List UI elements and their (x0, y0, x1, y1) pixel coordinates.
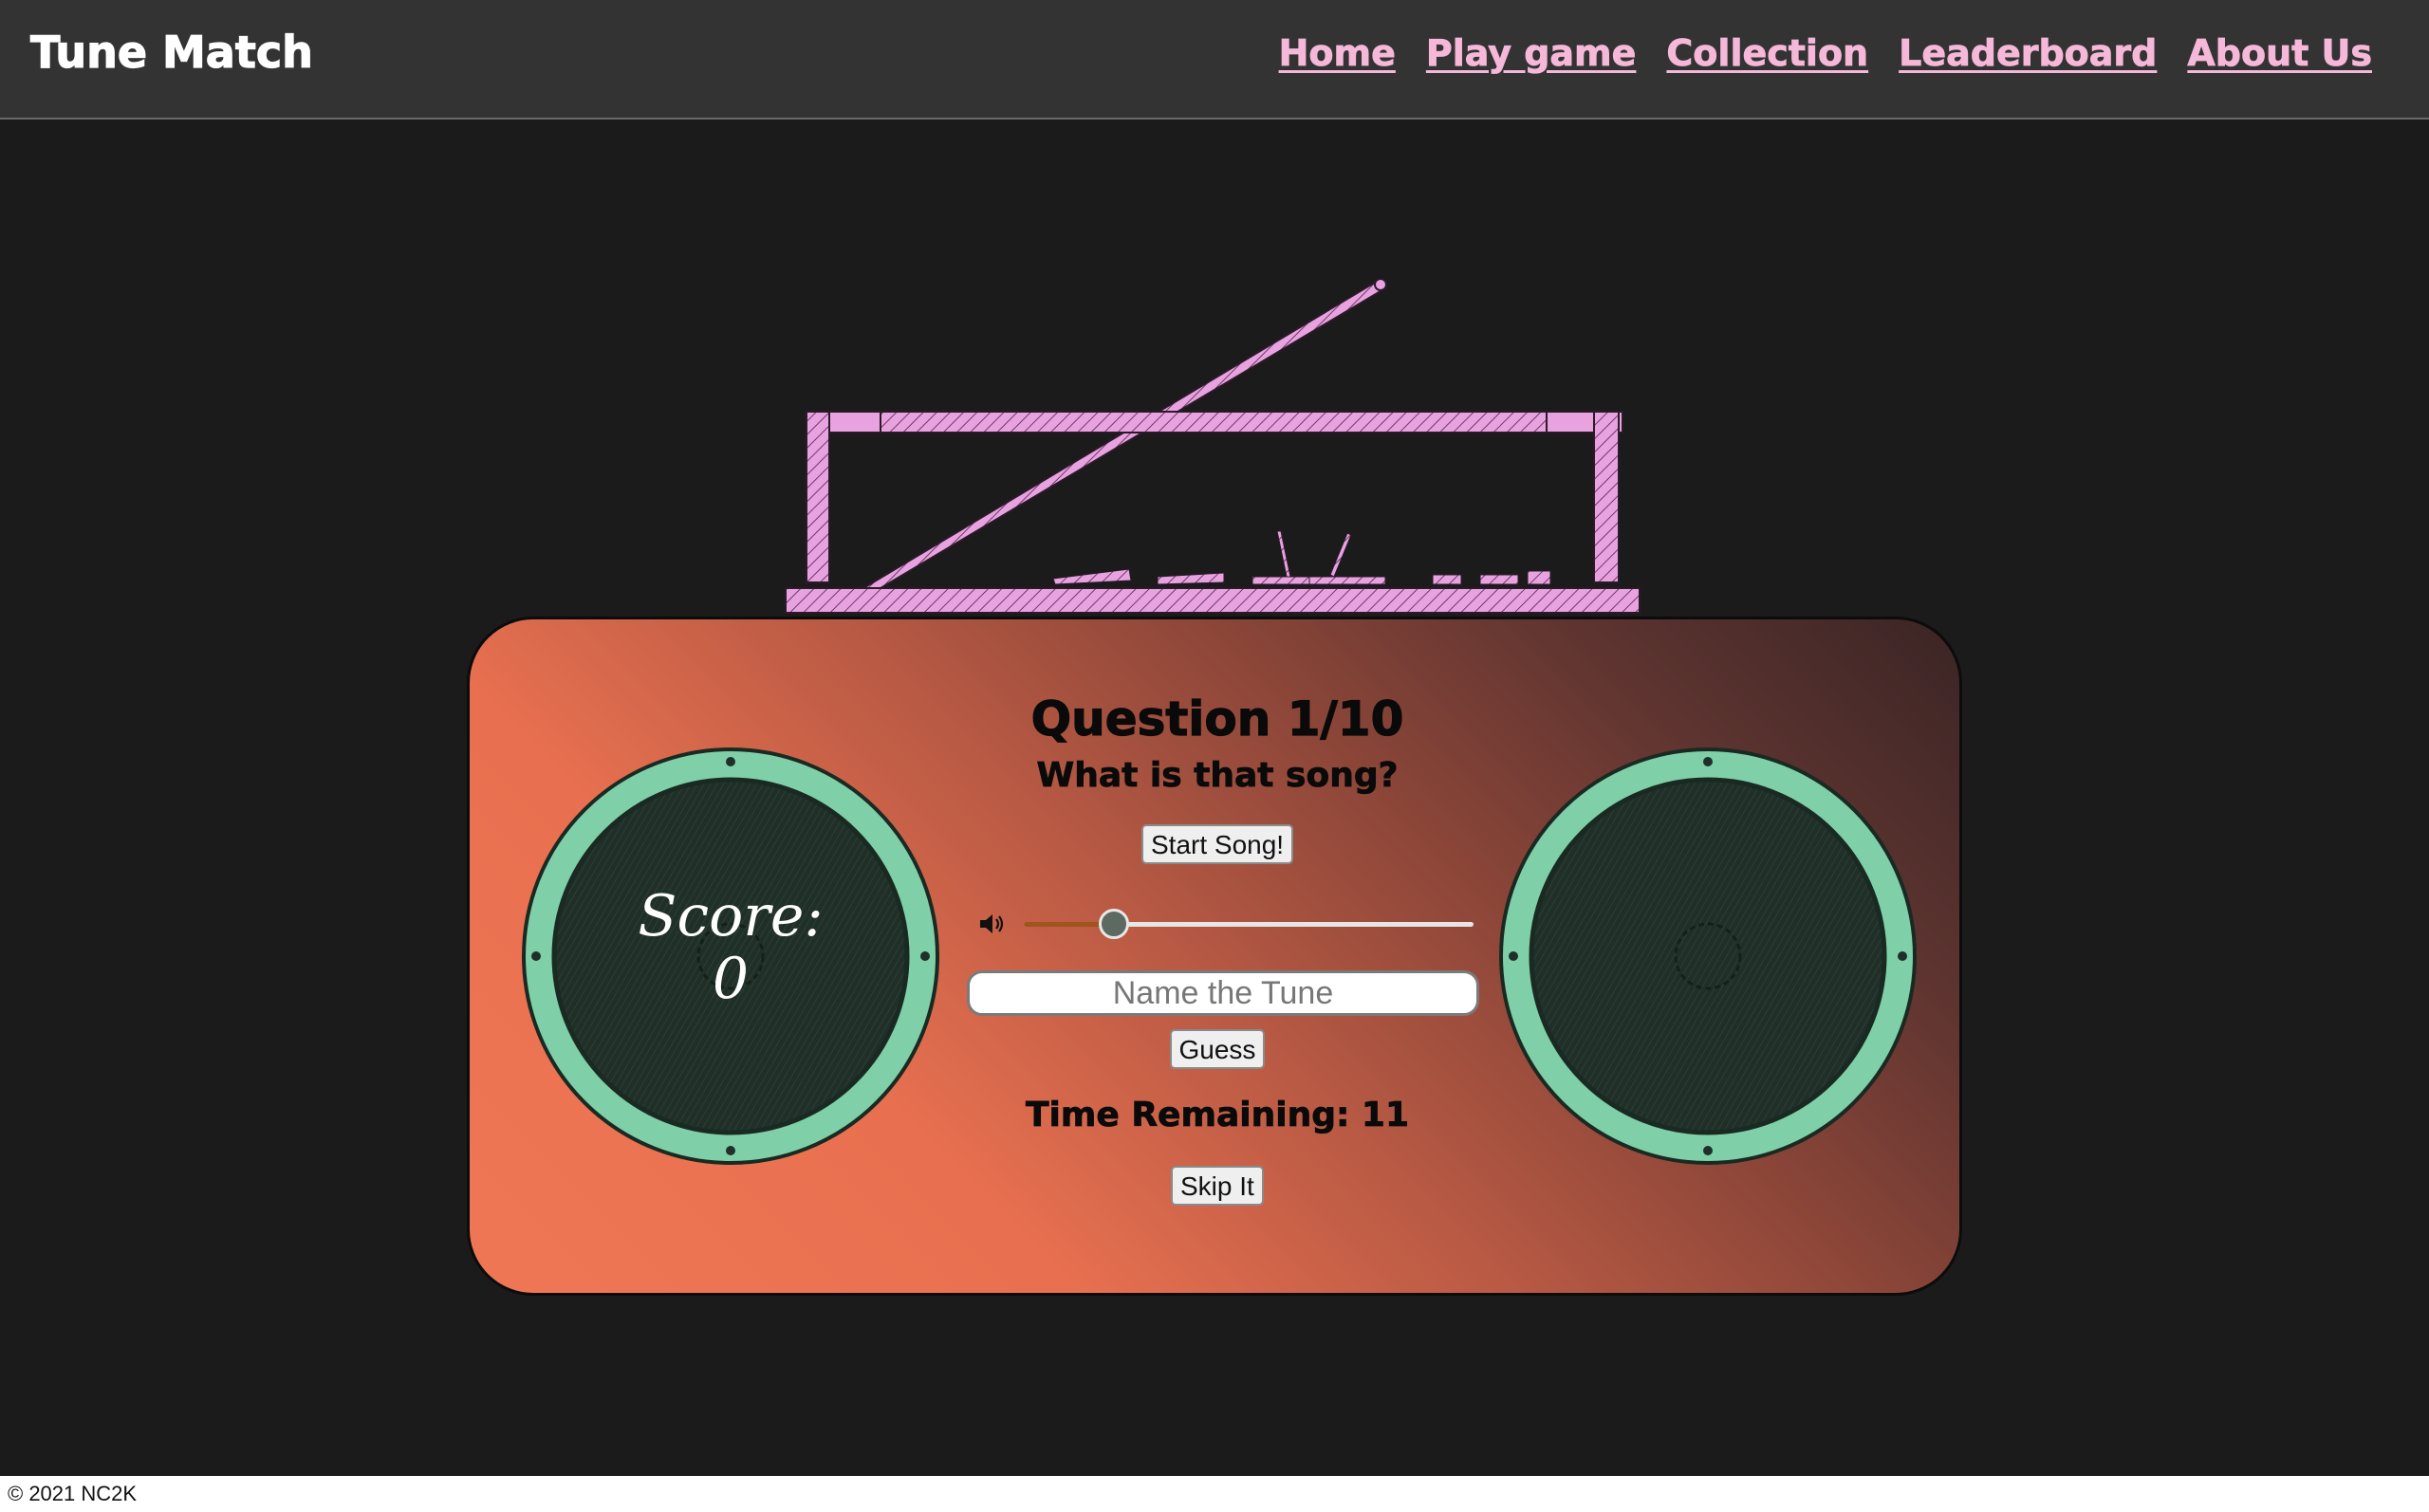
volume-slider-thumb[interactable] (1098, 909, 1129, 939)
time-remaining: Time Remaining: 11 (1025, 1096, 1410, 1135)
brand-logo[interactable]: Tune Match (29, 26, 313, 78)
question-prompt: What is that song? (1036, 756, 1399, 796)
name-the-tune-input[interactable] (967, 970, 1479, 1016)
boombox-game-panel: Score: 0 Question 1/10 What is that song… (467, 617, 1962, 1296)
right-speaker-graphic (1499, 747, 1917, 1165)
score-value: 0 (712, 946, 750, 1012)
footer: © 2021 NC2K (0, 1476, 2429, 1512)
nav-home-link[interactable]: Home (1278, 32, 1396, 75)
score-label: Score: (638, 883, 824, 950)
score-display: Score: 0 (517, 885, 944, 1010)
turntable-lid-illustration (785, 278, 1641, 614)
right-speaker (1494, 743, 1921, 1170)
nav-about-us-link[interactable]: About Us (2187, 32, 2372, 75)
nav-collection-link[interactable]: Collection (1666, 32, 1869, 75)
nav-leaderboard-link[interactable]: Leaderboard (1899, 32, 2158, 75)
navbar: Tune Match Home Play game Collection Lea… (0, 0, 2429, 120)
question-title: Question 1/10 (1030, 691, 1404, 747)
game-controls: Question 1/10 What is that song? Start S… (959, 619, 1479, 1293)
volume-icon[interactable] (978, 912, 1007, 936)
volume-slider[interactable] (1024, 904, 1474, 944)
copyright-text: © 2021 NC2K (8, 1482, 138, 1505)
skip-button[interactable]: Skip It (1171, 1166, 1264, 1206)
nav-play-game-link[interactable]: Play game (1425, 32, 1636, 75)
nav-links: Home Play game Collection Leaderboard Ab… (1278, 32, 2372, 75)
guess-button[interactable]: Guess (1169, 1029, 1266, 1069)
start-song-button[interactable]: Start Song! (1141, 824, 1294, 864)
left-speaker: Score: 0 (517, 743, 944, 1170)
